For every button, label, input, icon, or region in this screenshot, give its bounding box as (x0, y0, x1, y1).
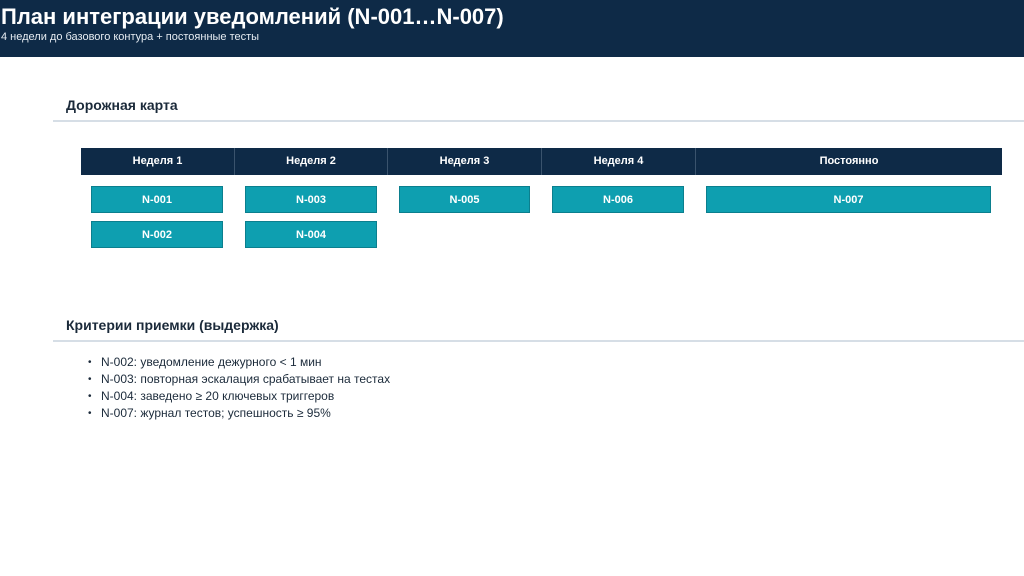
task-card-n-003[interactable]: N-003 (245, 186, 377, 213)
page-title: План интеграции уведомлений (N-001…N-007… (1, 4, 504, 29)
page-subtitle: 4 недели до базового контура + постоянны… (1, 31, 260, 43)
task-card-n-004[interactable]: N-004 (245, 221, 377, 248)
roadmap-header-row: Неделя 1 Неделя 2 Неделя 3 Неделя 4 Пост… (81, 148, 1002, 175)
task-card-n-006[interactable]: N-006 (552, 186, 684, 213)
criteria-item-text: N-004: заведено ≥ 20 ключевых триггеров (101, 389, 335, 403)
bullet-icon: • (88, 408, 92, 419)
criteria-item-text: N-002: уведомление дежурного < 1 мин (101, 355, 322, 369)
roadmap-divider (53, 120, 1024, 122)
criteria-item-text: N-003: повторная эскалация срабатывает н… (101, 372, 391, 386)
task-card-n-001[interactable]: N-001 (91, 186, 223, 213)
criteria-item-text: N-007: журнал тестов; успешность ≥ 95% (101, 406, 331, 420)
column-week-2: Неделя 2 (235, 148, 388, 175)
page-header: План интеграции уведомлений (N-001…N-007… (0, 0, 1024, 57)
criteria-section-title: Критерии приемки (выдержка) (66, 317, 279, 333)
criteria-item: • N-004: заведено ≥ 20 ключевых триггеров (86, 388, 390, 405)
bullet-icon: • (88, 374, 92, 385)
column-week-1: Неделя 1 (81, 148, 235, 175)
roadmap-section-title: Дорожная карта (66, 97, 178, 113)
column-ongoing: Постоянно (819, 155, 879, 167)
criteria-list: • N-002: уведомление дежурного < 1 мин • N… (86, 354, 390, 422)
bullet-icon: • (88, 391, 92, 402)
criteria-item: • N-003: повторная эскалация срабатывает … (86, 371, 390, 388)
task-card-n-002[interactable]: N-002 (91, 221, 223, 248)
criteria-item: • N-002: уведомление дежурного < 1 мин (86, 354, 390, 371)
column-week-3: Неделя 3 (388, 148, 542, 175)
criteria-divider (53, 340, 1024, 342)
bullet-icon: • (88, 357, 92, 368)
task-card-n-007[interactable]: N-007 (706, 186, 991, 213)
task-card-n-005[interactable]: N-005 (399, 186, 530, 213)
column-week-4: Неделя 4 (542, 148, 696, 175)
criteria-item: • N-007: журнал тестов; успешность ≥ 95% (86, 405, 390, 422)
